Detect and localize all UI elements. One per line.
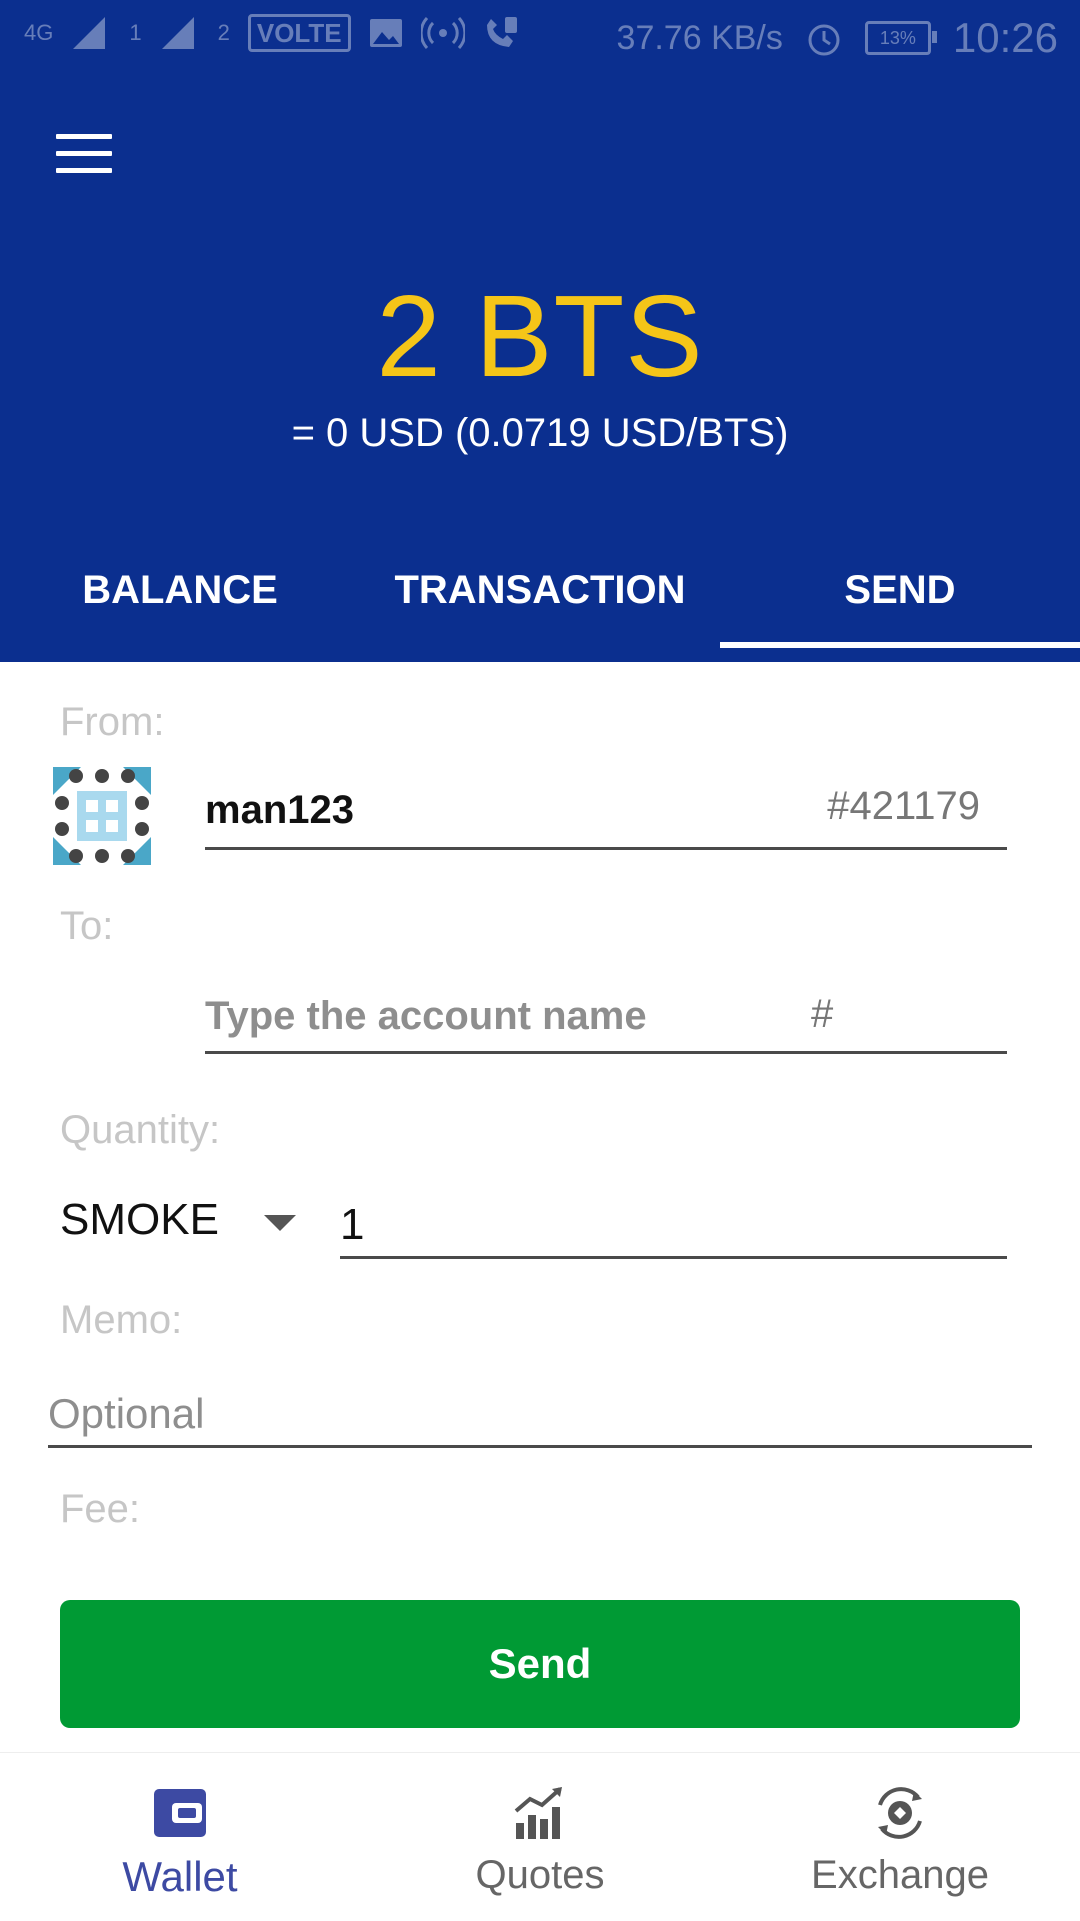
hamburger-icon — [56, 134, 112, 139]
memo-label: Memo: — [60, 1298, 183, 1342]
from-account-id: #421179 — [827, 784, 980, 828]
nav-wallet[interactable]: Wallet — [0, 1753, 360, 1921]
to-field-underline — [205, 1051, 1007, 1054]
hamburger-icon-line — [56, 151, 112, 156]
balance-usd: = 0 USD (0.0719 USD/BTS) — [291, 411, 789, 455]
tab-send[interactable]: SEND — [720, 550, 1080, 662]
quantity-label: Quantity: — [60, 1108, 221, 1152]
signal-icon — [73, 17, 106, 49]
to-account-input[interactable]: Type the account name — [205, 994, 647, 1039]
missed-call-icon — [486, 17, 517, 47]
battery-level: 13% — [879, 27, 916, 48]
network-type: 4G — [24, 20, 54, 45]
tab-transaction[interactable]: TRANSACTION — [360, 550, 720, 662]
sim2-label: 2 — [217, 20, 230, 45]
status-bar: 4G 1 2 VOLTE 37.76 KB/s 13% 10:26 — [0, 0, 1080, 75]
clock: 10:26 — [952, 14, 1058, 61]
nav-wallet-label: Wallet — [122, 1853, 238, 1900]
send-button[interactable]: Send — [60, 1600, 1020, 1728]
nav-exchange[interactable]: Exchange — [720, 1753, 1080, 1921]
account-avatar — [53, 767, 151, 865]
battery-icon: 13% — [864, 21, 937, 55]
asset-selected: SMOKE — [60, 1195, 219, 1244]
chart-icon — [514, 1787, 562, 1839]
nav-quotes[interactable]: Quotes — [360, 1753, 720, 1921]
chevron-down-icon — [264, 1215, 296, 1231]
tab-bar: BALANCE TRANSACTION SEND — [0, 550, 1080, 662]
exchange-icon — [878, 1787, 922, 1839]
image-icon — [369, 19, 402, 47]
asset-dropdown[interactable]: SMOKE — [60, 1195, 300, 1255]
hamburger-icon-line — [56, 168, 112, 173]
tab-balance[interactable]: BALANCE — [0, 550, 360, 662]
quantity-input[interactable]: 1 — [340, 1200, 364, 1250]
from-label: From: — [60, 700, 165, 744]
to-label: To: — [60, 904, 114, 948]
balance-amount: 2 BTS — [376, 271, 704, 401]
app-header: 4G 1 2 VOLTE 37.76 KB/s 13% 10:26 2 BTS … — [0, 0, 1080, 662]
wallet-icon — [154, 1789, 206, 1837]
nav-exchange-label: Exchange — [811, 1853, 989, 1897]
sim1-label: 1 — [129, 20, 142, 45]
nav-quotes-label: Quotes — [475, 1853, 605, 1897]
fee-label: Fee: — [60, 1487, 141, 1531]
network-speed: 37.76 KB/s — [616, 18, 783, 57]
memo-underline — [48, 1445, 1032, 1448]
hotspot-icon — [420, 16, 465, 50]
memo-input[interactable]: Optional — [48, 1390, 204, 1438]
from-account-field[interactable]: man123 — [205, 788, 354, 833]
bottom-navigation: Wallet Quotes Exchange — [0, 1752, 1080, 1921]
from-field-underline — [205, 847, 1007, 850]
menu-button[interactable] — [56, 134, 112, 174]
to-account-id: # — [811, 992, 834, 1036]
signal-icon — [161, 17, 194, 49]
volte-badge: VOLTE — [247, 14, 351, 52]
alarm-icon — [808, 24, 840, 56]
quantity-underline — [340, 1256, 1007, 1259]
